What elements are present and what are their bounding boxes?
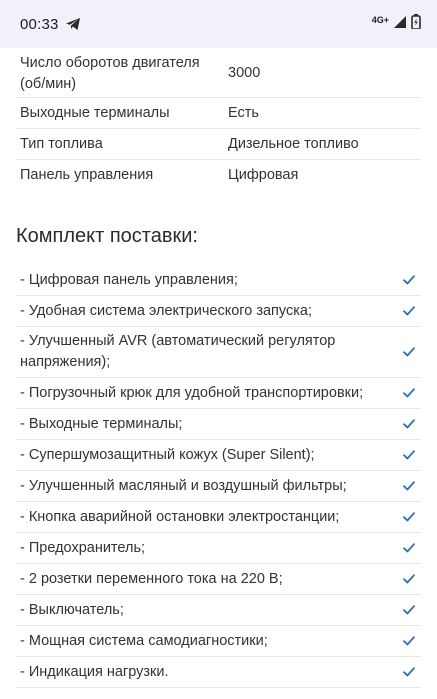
status-time: 00:33 xyxy=(20,15,59,33)
battery-icon xyxy=(411,14,421,34)
check-icon xyxy=(401,509,417,525)
kit-item-text: - Улучшенный AVR (автоматический регулят… xyxy=(20,333,336,370)
kit-item: - Выключатель; xyxy=(16,595,421,626)
kit-item: - Улучшенный AVR (автоматический регулят… xyxy=(16,327,421,378)
kit-item-text: - Выходные терминалы; xyxy=(20,415,183,432)
kit-item: - Предохранитель; xyxy=(16,533,421,564)
kit-item-text: - Улучшенный масляный и воздушный фильтр… xyxy=(20,477,347,494)
kit-item-text: - Супершумозащитный кожух (Super Silent)… xyxy=(20,446,315,463)
kit-item: - Погрузочный крюк для удобной транспорт… xyxy=(16,378,421,409)
spec-row: Выходные терминалы Есть xyxy=(16,98,421,129)
check-icon xyxy=(401,633,417,649)
spec-row: Число оборотов двигателя (об/мин) 3000 xyxy=(16,48,421,98)
spec-table: Число оборотов двигателя (об/мин) 3000 В… xyxy=(16,48,421,191)
check-icon xyxy=(401,303,417,319)
kit-item-text: - Цифровая панель управления; xyxy=(20,271,238,288)
spec-label: Тип топлива xyxy=(20,136,103,152)
kit-item-text: - Кнопка аварийной остановки электростан… xyxy=(20,508,340,525)
check-icon xyxy=(401,602,417,618)
spec-label: Число оборотов двигателя (об/мин) xyxy=(20,55,200,92)
check-icon xyxy=(401,385,417,401)
content-area: Число оборотов двигателя (об/мин) 3000 В… xyxy=(0,48,437,688)
check-icon xyxy=(401,272,417,288)
kit-item-text: - Погрузочный крюк для удобной транспорт… xyxy=(20,384,364,401)
check-icon xyxy=(401,416,417,432)
check-icon xyxy=(401,478,417,494)
check-icon xyxy=(401,571,417,587)
telegram-icon xyxy=(65,17,81,31)
kit-item: - Мощная система самодиагностики; xyxy=(16,626,421,657)
kit-item-text: - Выключатель; xyxy=(20,601,124,618)
network-type: 4G+ xyxy=(371,15,389,25)
status-bar: 00:33 4G+ xyxy=(0,0,437,48)
check-icon xyxy=(401,447,417,463)
kit-item-text: - Мощная система самодиагностики; xyxy=(20,632,268,649)
kit-title: Комплект поставки: xyxy=(16,225,198,247)
spec-value: Дизельное топливо xyxy=(228,136,359,152)
kit-item: - Удобная система электрического запуска… xyxy=(16,296,421,327)
kit-item: - Цифровая панель управления; xyxy=(16,265,421,296)
spec-label: Панель управления xyxy=(20,167,154,183)
kit-item-text: - Предохранитель; xyxy=(20,539,146,556)
check-icon xyxy=(401,344,417,360)
spec-label: Выходные терминалы xyxy=(20,105,170,121)
spec-value: Есть xyxy=(228,105,259,121)
kit-list: - Цифровая панель управления; - Удобная … xyxy=(16,265,421,688)
check-icon xyxy=(401,540,417,556)
spec-row: Тип топлива Дизельное топливо xyxy=(16,129,421,160)
signal-icon xyxy=(393,15,407,34)
kit-item: - Индикация нагрузки. xyxy=(16,657,421,688)
kit-item: - Супершумозащитный кожух (Super Silent)… xyxy=(16,440,421,471)
kit-item-text: - Удобная система электрического запуска… xyxy=(20,302,312,319)
kit-item-text: - 2 розетки переменного тока на 220 В; xyxy=(20,570,283,587)
spec-row: Панель управления Цифровая xyxy=(16,160,421,191)
spec-value: Цифровая xyxy=(228,167,299,183)
spec-value: 3000 xyxy=(228,65,261,81)
check-icon xyxy=(401,664,417,680)
kit-item: - 2 розетки переменного тока на 220 В; xyxy=(16,564,421,595)
kit-item: - Улучшенный масляный и воздушный фильтр… xyxy=(16,471,421,502)
kit-item: - Кнопка аварийной остановки электростан… xyxy=(16,502,421,533)
kit-item: - Выходные терминалы; xyxy=(16,409,421,440)
kit-item-text: - Индикация нагрузки. xyxy=(20,663,169,680)
